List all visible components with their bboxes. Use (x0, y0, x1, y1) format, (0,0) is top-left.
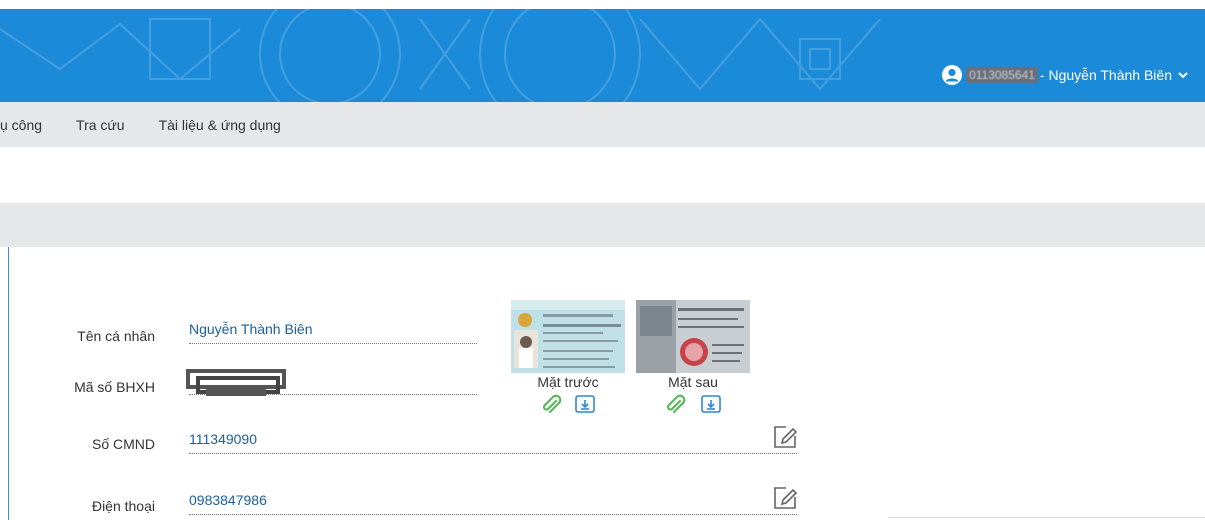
back-caption: Mặt sau (668, 374, 718, 390)
front-caption: Mặt trước (537, 374, 599, 390)
nav-item-dich-vu-cong[interactable]: ụ công (0, 117, 42, 133)
name-label: Tên cá nhân (77, 328, 155, 344)
divider (888, 517, 1205, 518)
user-menu[interactable]: 0113085641 - Nguyễn Thành Biên (942, 65, 1189, 85)
panel-border (8, 247, 9, 520)
cmnd-field: 111349090 (189, 430, 797, 454)
edit-phone-icon[interactable] (772, 485, 798, 511)
id-card-back-image[interactable] (636, 300, 750, 373)
user-circle-icon (942, 65, 963, 85)
redaction-mark (186, 369, 286, 396)
name-field: Nguyễn Thành Biên (189, 320, 477, 344)
user-name: - Nguyễn Thành Biên (1039, 67, 1172, 83)
download-icon[interactable] (700, 393, 722, 415)
nav-item-tra-cuu[interactable]: Tra cứu (76, 117, 125, 133)
bhxh-label: Mã số BHXH (74, 379, 155, 395)
user-id: 0113085641 (966, 67, 1038, 83)
section-band (0, 203, 1205, 247)
main-nav: ụ công Tra cứu Tài liệu & ứng dụng (0, 102, 1205, 147)
id-card-front-image[interactable] (511, 300, 625, 373)
cmnd-label: Số CMND (91, 436, 155, 452)
edit-cmnd-icon[interactable] (772, 424, 798, 450)
paperclip-icon[interactable] (664, 394, 686, 416)
download-icon[interactable] (574, 393, 596, 415)
header-pattern (0, 9, 881, 102)
phone-label: Điện thoại (91, 498, 155, 514)
paperclip-icon[interactable] (540, 394, 562, 416)
phone-field: 0983847986 (189, 491, 797, 515)
nav-item-tai-lieu[interactable]: Tài liệu & ứng dụng (159, 117, 281, 133)
chevron-down-icon (1178, 72, 1188, 79)
top-header: 0113085641 - Nguyễn Thành Biên (0, 0, 1205, 102)
